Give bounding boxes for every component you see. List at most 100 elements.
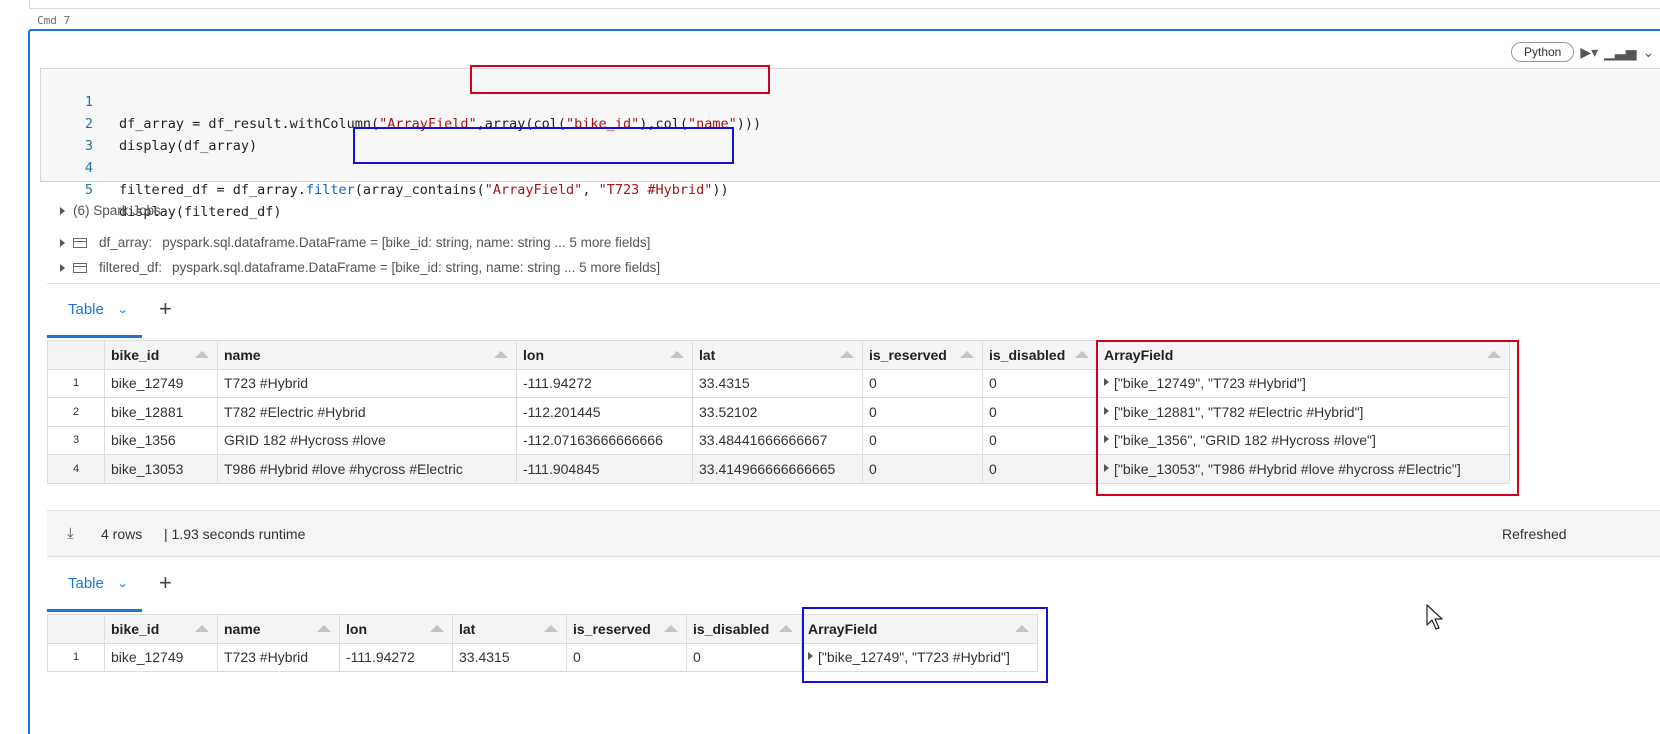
column-header[interactable]: name <box>217 340 517 370</box>
runtime-text: | 1.93 seconds runtime <box>164 526 306 542</box>
code-line: 5 display(filtered_df) <box>41 157 282 220</box>
cell-is-disabled[interactable]: 0 <box>982 454 1098 484</box>
cell-bike-id[interactable]: bike_1356 <box>104 425 218 455</box>
column-header[interactable]: lon <box>339 614 453 644</box>
code-line: 4 filtered_df = df_array.filter(array_co… <box>41 135 729 198</box>
sort-icon[interactable] <box>544 625 558 632</box>
cell-lat[interactable]: 33.4315 <box>692 368 863 398</box>
cell-lon[interactable]: -111.94272 <box>516 368 693 398</box>
refreshed-text: Refreshed <box>1502 526 1567 542</box>
cell-bike-id[interactable]: bike_12881 <box>104 397 218 427</box>
expand-caret-icon <box>60 206 65 215</box>
sort-icon[interactable] <box>840 351 854 358</box>
rownum-header <box>47 340 105 370</box>
language-badge[interactable]: Python <box>1511 42 1575 62</box>
cell-name[interactable]: T723 #Hybrid <box>217 368 517 398</box>
code-line: 3 <box>41 113 93 154</box>
dataframe-name: filtered_df: <box>99 260 163 275</box>
result-footer: ⤓ 4 rows | 1.93 seconds runtime Refreshe… <box>47 510 1660 557</box>
row-number: 1 <box>47 368 105 398</box>
cell-toolbar: Python ▶▾ ▁▃▅ ⌄ – <box>1511 41 1660 63</box>
column-header[interactable]: lat <box>692 340 863 370</box>
cell-is-disabled[interactable]: 0 <box>982 425 1098 455</box>
cell-bike-id[interactable]: bike_12749 <box>104 642 218 672</box>
highlight-box-array-contains <box>353 127 734 164</box>
rownum-header <box>47 614 105 644</box>
cell-is-reserved[interactable]: 0 <box>862 397 983 427</box>
code-text[interactable]: filtered_df = df_array.filter(array_cont… <box>119 179 729 201</box>
column-header[interactable]: is_reserved <box>566 614 687 644</box>
sort-icon[interactable] <box>195 351 209 358</box>
cell-lat[interactable]: 33.4315 <box>452 642 567 672</box>
column-header[interactable]: bike_id <box>104 614 218 644</box>
cell-name[interactable]: T723 #Hybrid <box>217 642 340 672</box>
sort-icon[interactable] <box>960 351 974 358</box>
sort-icon[interactable] <box>195 625 209 632</box>
code-editor[interactable]: 1 df_array = df_result.withColumn("Array… <box>40 68 1660 220</box>
tab-table[interactable]: Table ⌄ <box>47 558 142 612</box>
cell-lat[interactable]: 33.48441666666667 <box>692 425 863 455</box>
result-tabbar: Table ⌄ + <box>47 284 1660 338</box>
add-tab-button[interactable]: + <box>159 297 172 321</box>
code-line: 2 display(df_array) <box>41 91 257 154</box>
code-text[interactable]: display(df_array) <box>119 135 257 157</box>
tab-table[interactable]: Table ⌄ <box>47 284 142 338</box>
cell-lon[interactable]: -111.94272 <box>339 642 453 672</box>
sort-icon[interactable] <box>664 625 678 632</box>
dataframe-icon <box>73 237 87 248</box>
cell-lat[interactable]: 33.52102 <box>692 397 863 427</box>
cell-bike-id[interactable]: bike_13053 <box>104 454 218 484</box>
cell-is-reserved[interactable]: 0 <box>862 368 983 398</box>
dataframe-icon <box>73 262 87 273</box>
dataframe-name: df_array: <box>99 235 153 250</box>
cell-name[interactable]: T986 #Hybrid #love #hycross #Electric <box>217 454 517 484</box>
cell-bike-id[interactable]: bike_12749 <box>104 368 218 398</box>
cell-name[interactable]: T782 #Electric #Hybrid <box>217 397 517 427</box>
sort-icon[interactable] <box>317 625 331 632</box>
row-number: 2 <box>47 397 105 427</box>
cell-is-reserved[interactable]: 0 <box>862 454 983 484</box>
sort-icon[interactable] <box>670 351 684 358</box>
run-icon[interactable]: ▶▾ <box>1580 45 1598 59</box>
cell-lat[interactable]: 33.414966666666665 <box>692 454 863 484</box>
cell-is-disabled[interactable]: 0 <box>982 368 1098 398</box>
highlight-box-arrayfield-1 <box>1096 340 1519 496</box>
spark-jobs-toggle[interactable]: (6) Spark Jobs <box>60 203 161 218</box>
cell-lon[interactable]: -112.07163666666666 <box>516 425 693 455</box>
expand-caret-icon <box>60 263 65 272</box>
download-icon[interactable]: ⤓ <box>67 525 74 542</box>
sort-icon[interactable] <box>430 625 444 632</box>
column-header[interactable]: is_disabled <box>982 340 1098 370</box>
column-header[interactable]: is_disabled <box>686 614 802 644</box>
notebook-cell[interactable]: Python ▶▾ ▁▃▅ ⌄ – 1 df_array = df_result… <box>28 29 1660 734</box>
spark-jobs-label: (6) Spark Jobs <box>73 203 161 218</box>
sort-icon[interactable] <box>779 625 793 632</box>
highlight-box-array <box>470 65 770 94</box>
column-header[interactable]: lat <box>452 614 567 644</box>
cell-lon[interactable]: -112.201445 <box>516 397 693 427</box>
chevron-down-icon[interactable]: ⌄ <box>1642 45 1654 59</box>
highlight-box-arrayfield-2 <box>802 607 1048 683</box>
column-header[interactable]: name <box>217 614 340 644</box>
cell-is-reserved[interactable]: 0 <box>862 425 983 455</box>
dataframe-schema-row[interactable]: filtered_df: pyspark.sql.dataframe.DataF… <box>60 260 660 275</box>
add-tab-button[interactable]: + <box>159 571 172 595</box>
cell-is-reserved[interactable]: 0 <box>566 642 687 672</box>
cell-is-disabled[interactable]: 0 <box>686 642 802 672</box>
chart-icon[interactable]: ▁▃▅ <box>1604 45 1636 59</box>
dataframe-schema-row[interactable]: df_array: pyspark.sql.dataframe.DataFram… <box>60 235 650 250</box>
chevron-down-icon[interactable]: ⌄ <box>116 303 128 316</box>
dataframe-schema: pyspark.sql.dataframe.DataFrame = [bike_… <box>172 260 661 275</box>
column-header[interactable]: lon <box>516 340 693 370</box>
chevron-down-icon[interactable]: ⌄ <box>116 577 128 590</box>
line-number: 5 <box>84 182 93 198</box>
cell-name[interactable]: GRID 182 #Hycross #love <box>217 425 517 455</box>
column-header[interactable]: bike_id <box>104 340 218 370</box>
cell-lon[interactable]: -111.904845 <box>516 454 693 484</box>
sort-icon[interactable] <box>1075 351 1089 358</box>
cell-is-disabled[interactable]: 0 <box>982 397 1098 427</box>
previous-cell-border <box>29 0 1660 9</box>
column-header[interactable]: is_reserved <box>862 340 983 370</box>
sort-icon[interactable] <box>494 351 508 358</box>
row-number: 3 <box>47 425 105 455</box>
